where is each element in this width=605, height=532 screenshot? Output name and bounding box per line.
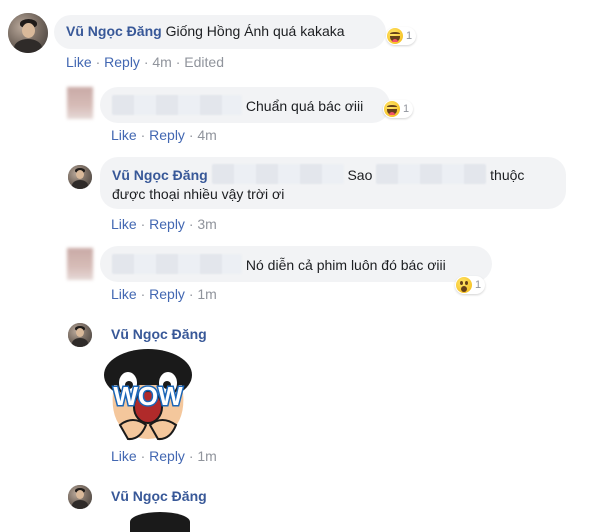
reply-link[interactable]: Reply	[149, 127, 185, 143]
reaction-count-label: 1	[475, 279, 482, 291]
timestamp[interactable]: 1m	[197, 448, 216, 464]
like-link[interactable]: Like	[111, 286, 137, 302]
sticker-partial	[130, 512, 190, 532]
comment-author[interactable]: Vũ Ngọc Đăng	[111, 326, 207, 342]
avatar[interactable]	[68, 323, 92, 347]
timestamp[interactable]: 3m	[197, 216, 216, 232]
haha-reaction-icon	[384, 101, 400, 117]
like-link[interactable]: Like	[111, 216, 137, 232]
timestamp[interactable]: 4m	[197, 127, 216, 143]
redacted-name	[112, 95, 242, 115]
separator: ·	[143, 54, 149, 70]
haha-reaction-icon	[387, 28, 403, 44]
separator: ·	[140, 216, 146, 232]
reaction-count-label: 1	[406, 30, 413, 42]
comment-text: Giống Hồng Ánh quá kakaka	[165, 23, 345, 39]
comment-bubble: Chuẩn quá bác ơiii	[100, 87, 390, 123]
comment-text: thuộc	[490, 167, 525, 183]
redacted-name	[112, 254, 242, 274]
separator: ·	[140, 448, 146, 464]
separator: ·	[140, 127, 146, 143]
separator: ·	[188, 448, 194, 464]
avatar[interactable]	[67, 87, 93, 119]
comment-actions: Like · Reply · 4m	[111, 127, 217, 143]
avatar[interactable]	[8, 13, 48, 53]
comment-actions: Like · Reply · 1m	[111, 448, 217, 464]
comment-actions: Like · Reply · 4m · Edited	[66, 54, 224, 70]
avatar[interactable]	[68, 485, 92, 509]
like-link[interactable]: Like	[66, 54, 92, 70]
comment-actions: Like · Reply · 1m	[111, 286, 217, 302]
wow-reaction-icon	[456, 277, 472, 293]
wow-sticker[interactable]: WOW	[98, 345, 198, 445]
reply-link[interactable]: Reply	[104, 54, 140, 70]
reply-link[interactable]: Reply	[149, 286, 185, 302]
separator: ·	[188, 127, 194, 143]
like-link[interactable]: Like	[111, 448, 137, 464]
comment-text: Chuẩn quá bác ơiii	[245, 98, 364, 114]
redacted-mention	[376, 164, 487, 184]
timestamp[interactable]: 4m	[152, 54, 171, 70]
timestamp[interactable]: 1m	[197, 286, 216, 302]
separator: ·	[188, 216, 194, 232]
separator: ·	[175, 54, 181, 70]
comment-actions: Like · Reply · 3m	[111, 216, 217, 232]
edited-label[interactable]: Edited	[184, 54, 224, 70]
comment-author[interactable]: Vũ Ngọc Đăng	[111, 488, 207, 504]
comment-bubble: Vũ Ngọc Đăng Giống Hồng Ánh quá kakaka	[54, 15, 386, 49]
like-link[interactable]: Like	[111, 127, 137, 143]
comment-author[interactable]: Vũ Ngọc Đăng	[112, 167, 208, 183]
comment-author[interactable]: Vũ Ngọc Đăng	[66, 23, 162, 39]
avatar[interactable]	[68, 165, 92, 189]
avatar[interactable]	[67, 248, 93, 280]
redacted-mention	[211, 164, 344, 184]
comment-text: được thoại nhiều vậy trời ơi	[112, 186, 285, 202]
separator: ·	[140, 286, 146, 302]
reaction-count[interactable]: 1	[455, 276, 486, 294]
comment-bubble: Nó diễn cả phim luôn đó bác ơiii	[100, 246, 492, 282]
reaction-count[interactable]: 1	[383, 100, 414, 118]
reply-link[interactable]: Reply	[149, 216, 185, 232]
separator: ·	[188, 286, 194, 302]
reply-link[interactable]: Reply	[149, 448, 185, 464]
reaction-count[interactable]: 1	[386, 27, 417, 45]
comment-text: Sao	[347, 167, 373, 183]
comment-text: Nó diễn cả phim luôn đó bác ơiii	[245, 257, 446, 273]
reaction-count-label: 1	[403, 103, 410, 115]
comment-bubble: Vũ Ngọc Đăng Sao thuộc được thoại nhiều …	[100, 157, 566, 209]
sticker-text: WOW	[113, 381, 183, 411]
separator: ·	[95, 54, 101, 70]
